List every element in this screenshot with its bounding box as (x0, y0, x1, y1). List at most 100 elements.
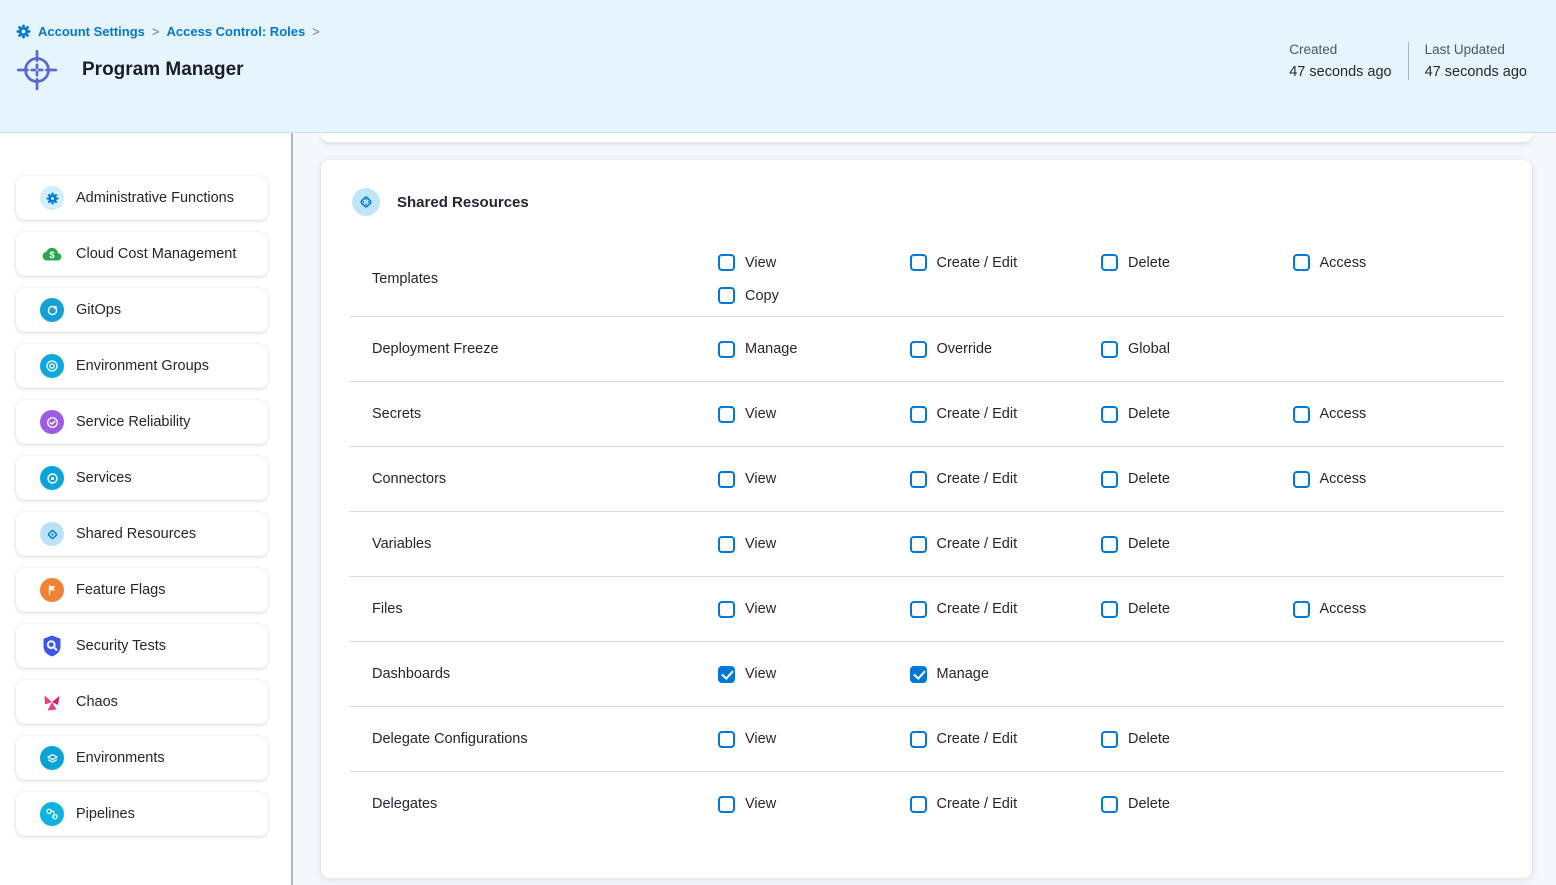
checkbox[interactable] (1101, 341, 1118, 358)
checkbox[interactable] (910, 536, 927, 553)
checkbox[interactable] (910, 341, 927, 358)
sidebar-item-chaos[interactable]: Chaos (16, 680, 268, 724)
checkbox[interactable] (910, 471, 927, 488)
checkbox-files-delete[interactable]: Delete (1101, 601, 1293, 618)
sidebar-item-security-tests[interactable]: Security Tests (16, 624, 268, 668)
resource-label: Dashboards (349, 666, 718, 682)
sidebar-item-feature-flags[interactable]: Feature Flags (16, 568, 268, 612)
checkbox-files-create-edit[interactable]: Create / Edit (910, 601, 1102, 618)
breadcrumb-separator: > (312, 24, 320, 39)
page-title: Program Manager (82, 59, 244, 81)
checkbox-variables-create-edit[interactable]: Create / Edit (910, 536, 1102, 553)
permission-options: View Create / Edit Delete (718, 536, 1504, 553)
breadcrumb-separator: > (152, 24, 160, 39)
checkbox-secrets-delete[interactable]: Delete (1101, 406, 1293, 423)
checkbox-delegate-configurations-create-edit[interactable]: Create / Edit (910, 731, 1102, 748)
checkbox-connectors-view[interactable]: View (718, 471, 910, 488)
checkbox[interactable] (910, 601, 927, 618)
checkbox-delegates-create-edit[interactable]: Create / Edit (910, 796, 1102, 813)
sidebar-item-label: Service Reliability (76, 414, 190, 430)
permission-options: ViewCreate / EditDelete (718, 796, 1504, 813)
resource-label: Delegate Configurations (349, 731, 718, 747)
checkbox[interactable] (718, 731, 735, 748)
checkbox[interactable] (718, 341, 735, 358)
sidebar-item-environment-groups[interactable]: Environment Groups (16, 344, 268, 388)
checkbox[interactable] (718, 666, 735, 683)
checkbox[interactable] (718, 796, 735, 813)
checkbox-label: Copy (745, 288, 779, 304)
checkbox[interactable] (1101, 406, 1118, 423)
checkbox-deployment-freeze-manage[interactable]: Manage (718, 341, 910, 358)
checkbox-dashboards-manage[interactable]: Manage (910, 666, 1102, 683)
checkbox-secrets-access[interactable]: Access (1293, 406, 1485, 423)
checkbox-label: Manage (745, 341, 797, 357)
checkbox[interactable] (718, 287, 735, 304)
sidebar-item-administrative-functions[interactable]: Administrative Functions (16, 176, 268, 220)
checkbox-templates-copy[interactable]: Copy (718, 287, 910, 304)
checkbox-files-view[interactable]: View (718, 601, 910, 618)
checkbox-label: View (745, 666, 776, 682)
checkbox-variables-view[interactable]: View (718, 536, 910, 553)
checkbox[interactable] (1101, 536, 1118, 553)
checkbox-delegates-view[interactable]: View (718, 796, 910, 813)
cloud-dollar-icon: $ (40, 242, 64, 266)
checkbox[interactable] (1293, 254, 1310, 271)
checkbox[interactable] (910, 731, 927, 748)
checkbox-dashboards-view[interactable]: View (718, 666, 910, 683)
checkbox-deployment-freeze-global[interactable]: Global (1101, 341, 1293, 358)
checkbox[interactable] (910, 254, 927, 271)
checkbox-delegate-configurations-view[interactable]: View (718, 731, 910, 748)
resource-label: Delegates (349, 796, 718, 812)
checkbox-connectors-create-edit[interactable]: Create / Edit (910, 471, 1102, 488)
checkbox[interactable] (910, 796, 927, 813)
checkbox-label: View (745, 255, 776, 271)
checkbox[interactable] (910, 406, 927, 423)
checkbox[interactable] (1101, 731, 1118, 748)
sidebar-item-cloud-cost-management[interactable]: $Cloud Cost Management (16, 232, 268, 276)
checkbox[interactable] (718, 406, 735, 423)
checkbox-connectors-delete[interactable]: Delete (1101, 471, 1293, 488)
checkbox[interactable] (1101, 254, 1118, 271)
checkbox-delegates-delete[interactable]: Delete (1101, 796, 1293, 813)
checkbox[interactable] (910, 666, 927, 683)
service-reliability-icon (40, 410, 64, 434)
checkbox[interactable] (718, 254, 735, 271)
checkbox[interactable] (1293, 601, 1310, 618)
checkbox[interactable] (718, 601, 735, 618)
checkbox-label: Create / Edit (937, 601, 1018, 617)
checkbox-files-access[interactable]: Access (1293, 601, 1485, 618)
checkbox-label: Create / Edit (937, 536, 1018, 552)
checkbox-delegate-configurations-delete[interactable]: Delete (1101, 731, 1293, 748)
pipelines-icon (40, 802, 64, 826)
checkbox-variables-delete[interactable]: Delete (1101, 536, 1293, 553)
checkbox[interactable] (718, 471, 735, 488)
last-updated-value: 47 seconds ago (1425, 64, 1527, 80)
checkbox-label: Manage (937, 666, 989, 682)
checkbox-templates-delete[interactable]: Delete (1101, 254, 1293, 271)
checkbox-templates-create-edit[interactable]: Create / Edit (910, 254, 1102, 271)
checkbox-templates-access[interactable]: Access (1293, 254, 1485, 271)
checkbox[interactable] (1101, 601, 1118, 618)
sidebar-item-services[interactable]: Services (16, 456, 268, 500)
checkbox-deployment-freeze-override[interactable]: Override (910, 341, 1102, 358)
resource-label: Files (349, 601, 718, 617)
checkbox[interactable] (1293, 471, 1310, 488)
checkbox[interactable] (718, 536, 735, 553)
checkbox[interactable] (1101, 471, 1118, 488)
sidebar-item-shared-resources[interactable]: Shared Resources (16, 512, 268, 556)
sidebar-item-gitops[interactable]: GitOps (16, 288, 268, 332)
sidebar-item-pipelines[interactable]: Pipelines (16, 792, 268, 836)
checkbox-label: View (745, 536, 776, 552)
breadcrumb-account-settings[interactable]: Account Settings (38, 24, 145, 39)
breadcrumb-access-control-roles[interactable]: Access Control: Roles (167, 24, 306, 39)
checkbox-secrets-view[interactable]: View (718, 406, 910, 423)
checkbox-secrets-create-edit[interactable]: Create / Edit (910, 406, 1102, 423)
checkbox-connectors-access[interactable]: Access (1293, 471, 1485, 488)
checkbox[interactable] (1101, 796, 1118, 813)
sidebar-item-environments[interactable]: Environments (16, 736, 268, 780)
main-content: Shared Resources TemplatesViewCreate / E… (293, 133, 1556, 885)
sidebar-item-service-reliability[interactable]: Service Reliability (16, 400, 268, 444)
checkbox-templates-view[interactable]: View (718, 254, 910, 271)
checkbox[interactable] (1293, 406, 1310, 423)
permission-row-variables: VariablesViewCreate / EditDelete (349, 511, 1504, 576)
